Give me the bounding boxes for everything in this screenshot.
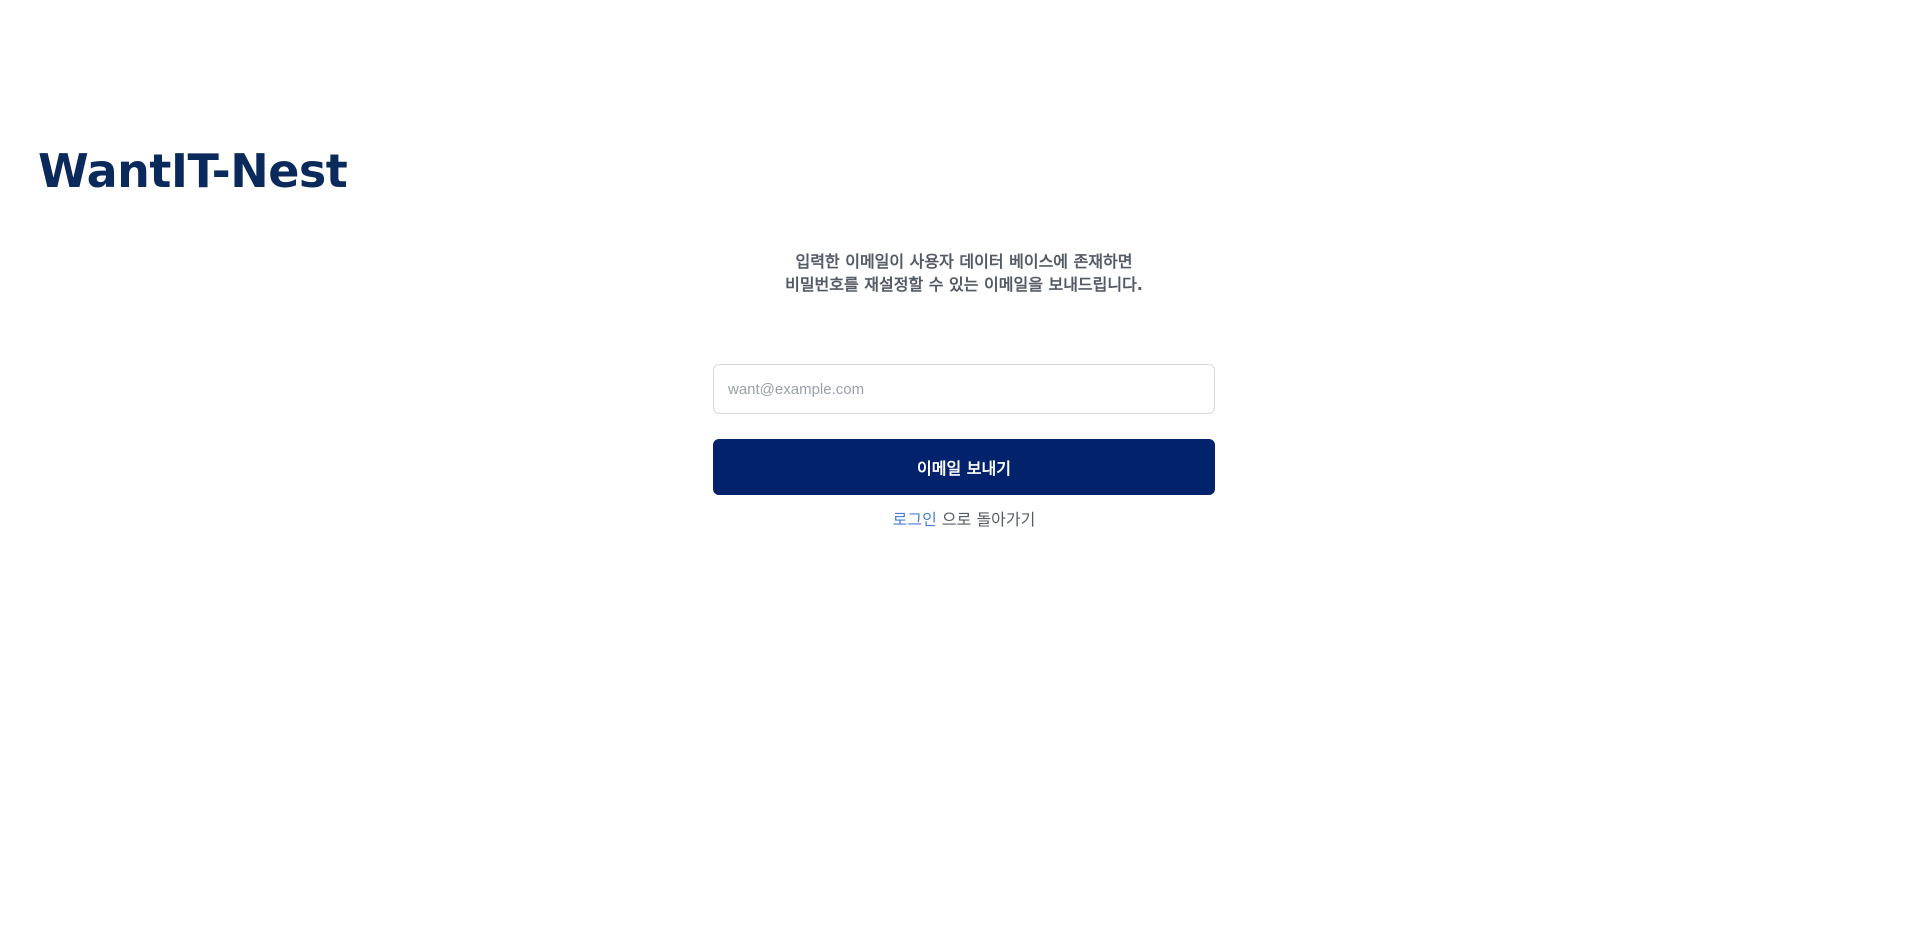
back-to-login-suffix: 으로 돌아가기 <box>936 510 1036 529</box>
reset-form: 입력한 이메일이 사용자 데이터 베이스에 존재하면 비밀번호를 재설정할 수 … <box>713 250 1215 530</box>
reset-description: 입력한 이메일이 사용자 데이터 베이스에 존재하면 비밀번호를 재설정할 수 … <box>713 250 1215 296</box>
back-to-login: 로그인 으로 돌아가기 <box>713 506 1215 530</box>
description-line-2: 비밀번호를 재설정할 수 있는 이메일을 보내드립니다. <box>785 275 1143 294</box>
password-reset-page: WantIT-Nest 입력한 이메일이 사용자 데이터 베이스에 존재하면 비… <box>0 0 1920 928</box>
description-line-1: 입력한 이메일이 사용자 데이터 베이스에 존재하면 <box>795 252 1133 271</box>
app-logo[interactable]: WantIT-Nest <box>38 148 348 194</box>
login-link[interactable]: 로그인 <box>893 510 937 529</box>
send-email-button[interactable]: 이메일 보내기 <box>713 439 1215 495</box>
email-input[interactable] <box>713 364 1215 414</box>
